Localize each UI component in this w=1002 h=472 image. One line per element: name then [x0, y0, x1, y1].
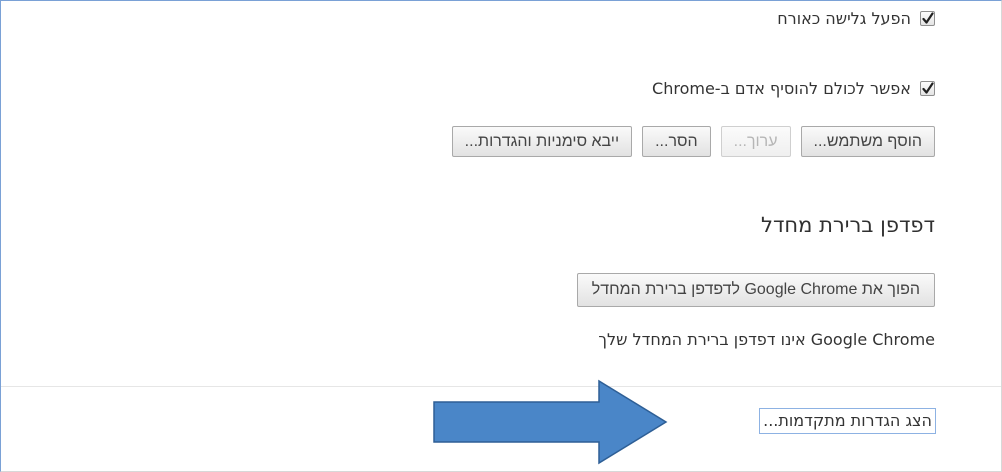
- checkmark-icon: [922, 12, 934, 24]
- guest-browsing-label: הפעל גלישה כאורח: [777, 9, 911, 28]
- settings-panel: הפעל גלישה כאורח אפשר לכולם להוסיף אדם ב…: [0, 0, 1002, 472]
- make-default-browser-button[interactable]: הפוך את Google Chrome לדפדפן ברירת המחדל: [576, 273, 935, 307]
- import-bookmarks-button[interactable]: ייבא סימניות והגדרות...: [451, 126, 633, 157]
- allow-add-person-row[interactable]: אפשר לכולם להוסיף אדם ב-Chrome: [652, 79, 935, 98]
- show-advanced-settings-link[interactable]: הצג הגדרות מתקדמות...: [759, 408, 936, 434]
- default-browser-status: Google Chrome אינו דפדפן ברירת המחדל שלך: [598, 330, 935, 349]
- allow-add-person-label: אפשר לכולם להוסיף אדם ב-Chrome: [652, 79, 911, 98]
- add-user-button[interactable]: הוסף משתמש...: [800, 126, 935, 157]
- right-arrow-icon: [433, 379, 668, 465]
- allow-add-person-checkbox[interactable]: [920, 81, 935, 96]
- guest-browsing-checkbox[interactable]: [920, 11, 935, 26]
- default-browser-heading: דפדפן ברירת מחדל: [761, 213, 935, 237]
- people-buttons-row: הוסף משתמש... ערוך... הסר... ייבא סימניו…: [442, 126, 935, 157]
- checkmark-icon: [922, 82, 934, 94]
- guest-browsing-row[interactable]: הפעל גלישה כאורח: [777, 9, 935, 28]
- edit-user-button[interactable]: ערוך...: [720, 126, 791, 157]
- remove-user-button[interactable]: הסר...: [642, 126, 711, 157]
- make-default-row: הפוך את Google Chrome לדפדפן ברירת המחדל: [576, 273, 935, 307]
